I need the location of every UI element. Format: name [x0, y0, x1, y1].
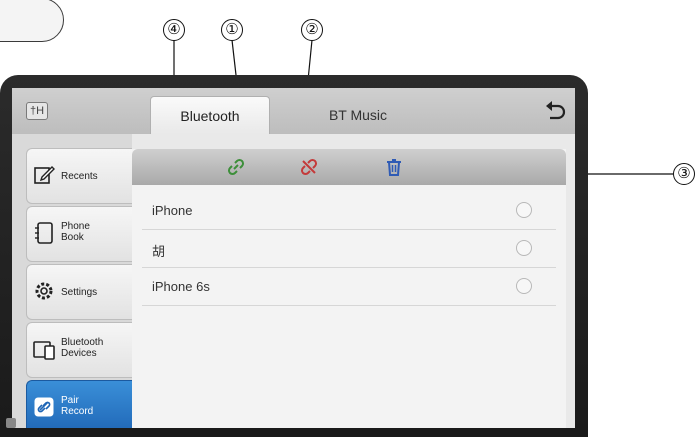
sidebar-item-phone-book[interactable]: Phone Book — [26, 206, 132, 262]
sidebar-item-settings[interactable]: Settings — [26, 264, 132, 320]
device-name: iPhone 6s — [152, 279, 210, 294]
head-unit-frame: †H Bluetooth BT Music Recents Phone Book… — [0, 75, 588, 437]
callout-4: ④ — [163, 19, 185, 41]
sidebar-item-pair-record[interactable]: Pair Record — [26, 380, 132, 428]
list-item[interactable]: 胡 — [142, 230, 556, 268]
equalizer-icon[interactable]: †H — [26, 102, 48, 120]
back-arrow-icon[interactable] — [544, 100, 566, 122]
tab-bt-music[interactable]: BT Music — [308, 96, 408, 134]
callout-1: ① — [221, 19, 243, 41]
frame-corner-marker — [6, 418, 16, 428]
settings-gear-icon — [35, 282, 53, 300]
top-left-pill — [0, 0, 64, 42]
recents-icon — [34, 166, 55, 184]
unlink-icon[interactable] — [299, 157, 319, 177]
pair-record-toolbar — [132, 149, 566, 185]
device-name: 胡 — [152, 244, 166, 259]
sidebar-label-settings: Settings — [61, 287, 98, 298]
callout-3: ③ — [673, 163, 695, 185]
pair-record-icon — [34, 397, 54, 417]
link-icon[interactable] — [226, 157, 246, 177]
sidebar-item-bluetooth-devices[interactable]: Bluetooth Devices — [26, 322, 132, 378]
tab-bluetooth[interactable]: Bluetooth — [150, 96, 270, 134]
top-bar: †H Bluetooth BT Music — [12, 88, 575, 134]
list-item[interactable]: iPhone 6s — [142, 268, 556, 306]
sidebar: Recents Phone Book Settings Bluetooth De… — [12, 134, 132, 428]
sidebar-label-pair-record: Pair Record — [61, 395, 94, 417]
select-radio[interactable] — [516, 240, 532, 256]
screen: †H Bluetooth BT Music Recents Phone Book… — [12, 88, 575, 428]
phone-book-icon — [35, 222, 53, 244]
bluetooth-devices-icon — [33, 341, 55, 360]
sidebar-label-phone-book: Phone Book — [61, 221, 90, 243]
select-radio[interactable] — [516, 202, 532, 218]
callout-2: ② — [301, 19, 323, 41]
select-radio[interactable] — [516, 278, 532, 294]
sidebar-label-recents: Recents — [61, 171, 98, 182]
pair-record-panel: iPhone 胡 iPhone 6s — [132, 149, 566, 428]
trash-icon[interactable] — [384, 157, 404, 177]
sidebar-item-recents[interactable]: Recents — [26, 148, 132, 204]
list-item[interactable]: iPhone — [142, 192, 556, 230]
device-name: iPhone — [152, 203, 193, 218]
sidebar-label-bluetooth-devices: Bluetooth Devices — [61, 337, 104, 359]
